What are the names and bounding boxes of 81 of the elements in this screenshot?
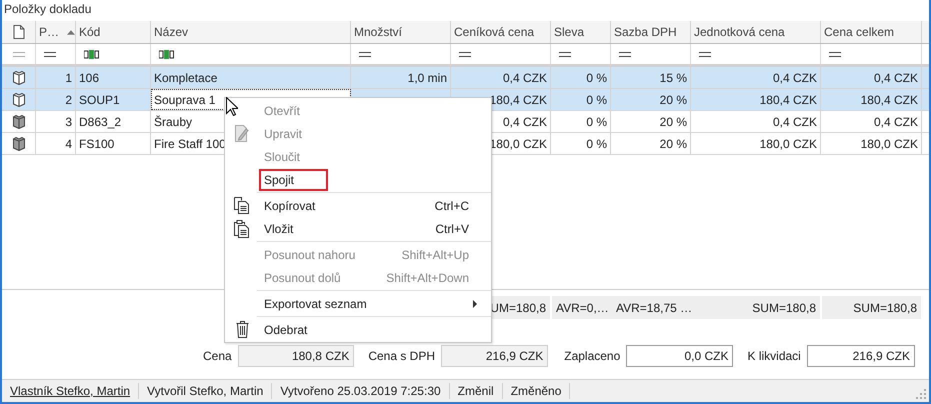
equals-filter-icon[interactable] — [459, 52, 471, 56]
table-cell: 180,0 CZK — [490, 136, 547, 150]
total-field[interactable]: 216,9 CZK — [806, 345, 915, 367]
table-cell: 106 — [79, 70, 100, 84]
table-cell: 0 % — [586, 92, 607, 106]
table-cell: 20 % — [660, 114, 687, 128]
column-header[interactable]: Množství — [351, 21, 451, 43]
table-cell: Kompletace — [154, 70, 218, 84]
menu-item[interactable]: Kopírovat Ctrl+C — [225, 191, 491, 217]
resize-grip-icon[interactable] — [916, 389, 926, 399]
column-header[interactable]: Sazba DPH — [611, 21, 691, 43]
text-filter-icon[interactable] — [84, 50, 99, 58]
table-cell: 2 — [65, 92, 72, 106]
paste-icon — [234, 220, 250, 238]
column-header[interactable]: Cena celkem — [821, 21, 922, 43]
column-header[interactable]: Kód — [76, 21, 151, 43]
total-label: Cena s DPH — [368, 349, 436, 363]
table-cell: 0,4 CZK — [502, 114, 547, 128]
table-cell: 0 % — [586, 114, 607, 128]
column-header[interactable]: Sleva — [551, 21, 611, 43]
menu-item[interactable]: Spojit — [225, 168, 491, 191]
panel-title: Položky dokladu — [3, 1, 92, 18]
table-cell: 3 — [65, 114, 72, 128]
box-icon — [12, 70, 26, 84]
equals-filter-icon[interactable] — [359, 52, 371, 56]
equals-filter-icon[interactable] — [829, 52, 841, 56]
table-cell: 1 — [65, 70, 72, 84]
table-cell: 180,0 CZK — [860, 136, 918, 150]
total-label: Zaplaceno — [564, 349, 620, 363]
column-header[interactable]: Jednotková cena — [691, 21, 821, 43]
equals-filter-icon[interactable] — [619, 52, 631, 56]
menu-item[interactable]: Vložit Ctrl+V — [225, 217, 491, 240]
status-text: Vytvořil Stefko, Martin — [139, 383, 272, 399]
table-cell: Souprava 1 — [154, 92, 216, 106]
equals-filter-icon[interactable] — [559, 52, 571, 56]
total-label: K likvidaci — [747, 349, 801, 363]
copy-icon — [234, 197, 250, 214]
equals-filter-icon[interactable] — [44, 52, 56, 56]
status-text: Vytvořeno 25.03.2019 7:25:30 — [272, 383, 450, 399]
total-field: 180,8 CZK — [238, 345, 354, 367]
trash-icon — [236, 321, 248, 338]
table-cell: 20 % — [660, 92, 687, 106]
table-cell: 0,4 CZK — [772, 114, 817, 128]
column-header[interactable]: Ceníková cena — [451, 21, 551, 43]
box-icon — [12, 136, 26, 150]
submenu-arrow-icon — [473, 300, 477, 308]
owner-link[interactable]: Vlastník Stefko, Martin — [2, 383, 140, 399]
table-cell: 0,4 CZK — [502, 70, 547, 84]
table-cell: FS100 — [79, 136, 114, 150]
table-cell: 4 — [65, 136, 72, 150]
table-cell: 20 % — [660, 136, 687, 150]
edit-icon — [235, 125, 249, 142]
summary-cell: AVR=0,… — [552, 296, 613, 319]
table-cell: 1,0 min — [408, 70, 447, 84]
table-cell: 180,4 CZK — [490, 92, 547, 106]
status-text: Změnil — [450, 383, 503, 399]
table-cell: SOUP1 — [79, 92, 120, 106]
box-icon — [12, 114, 26, 128]
column-header[interactable]: P… — [36, 21, 76, 43]
total-label: Cena — [203, 349, 232, 363]
table-cell: 180,4 CZK — [860, 92, 918, 106]
text-filter-icon[interactable] — [159, 50, 174, 58]
table-cell: D863_2 — [79, 114, 122, 128]
table-cell: 15 % — [660, 70, 687, 84]
table-cell: 180,4 CZK — [760, 92, 817, 106]
equals-filter-icon[interactable] — [699, 52, 711, 56]
column-header[interactable]: Název — [151, 21, 351, 43]
table-cell: 0,4 CZK — [874, 114, 918, 128]
document-icon — [12, 25, 24, 39]
total-field: 216,9 CZK — [441, 345, 548, 367]
table-cell: 180,0 CZK — [760, 136, 817, 150]
status-text: Změněno — [502, 383, 570, 399]
summary-cell: SUM=180,8 — [822, 296, 921, 319]
table-cell: 0,4 CZK — [772, 70, 817, 84]
table-cell: Šrauby — [154, 114, 192, 128]
total-field[interactable]: 0,0 CZK — [626, 345, 734, 367]
table-cell: 0 % — [586, 70, 607, 84]
table-cell: 0,4 CZK — [874, 70, 918, 84]
table-cell: 0 % — [586, 136, 607, 150]
box-icon — [12, 92, 26, 106]
sort-ascending-icon — [67, 30, 75, 34]
